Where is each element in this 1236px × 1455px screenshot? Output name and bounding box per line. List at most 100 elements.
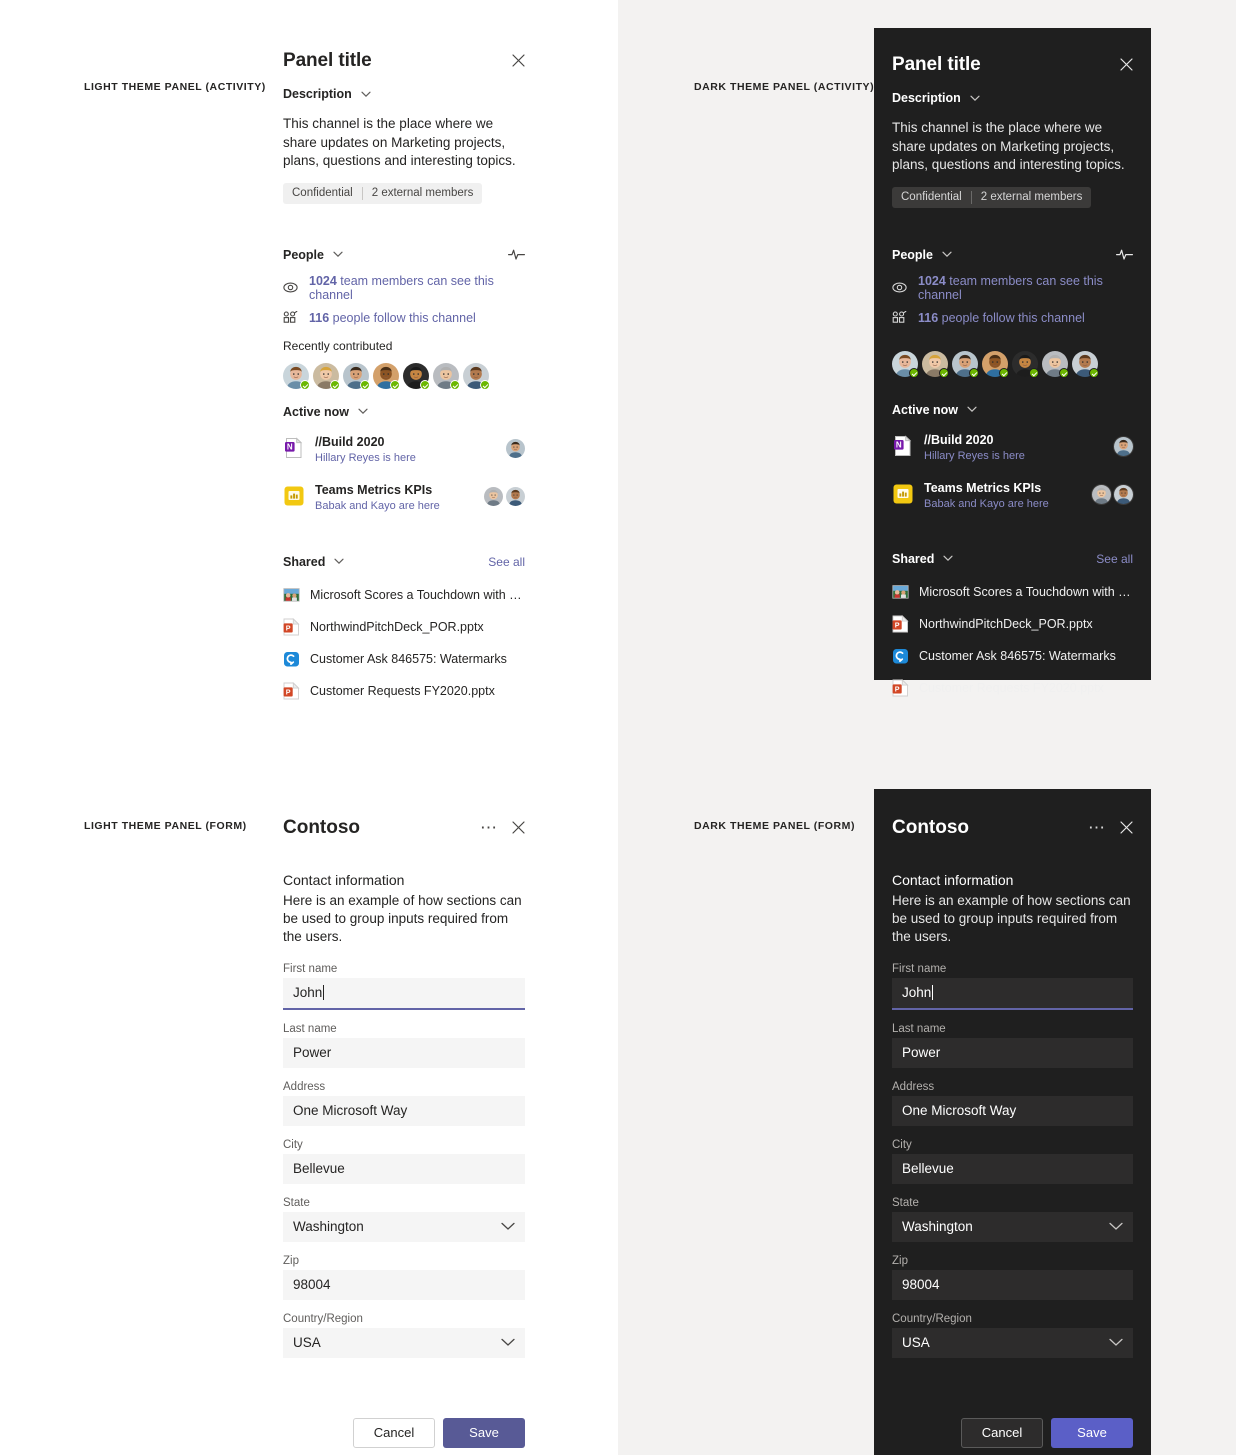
country-region-input[interactable]: USA xyxy=(892,1327,1133,1358)
avatar[interactable] xyxy=(484,486,503,506)
chevron-down-icon[interactable] xyxy=(943,555,953,562)
cancel-button[interactable]: Cancel xyxy=(961,1417,1043,1448)
avatar[interactable] xyxy=(982,350,1009,378)
shared-file-row[interactable]: P NorthwindPitchDeck_POR.pptx xyxy=(265,617,543,636)
presence-available-icon xyxy=(1059,367,1069,378)
shared-file-row[interactable]: Microsoft Scores a Touchdown with NF... xyxy=(265,586,543,604)
zip-input[interactable]: 98004 xyxy=(892,1269,1133,1300)
first-name-input[interactable]: John xyxy=(283,977,525,1010)
last-name-input[interactable]: Power xyxy=(283,1037,525,1068)
avatar[interactable] xyxy=(506,486,525,506)
close-icon[interactable] xyxy=(1120,58,1133,71)
presence-available-icon xyxy=(450,379,460,390)
address-input[interactable]: One Microsoft Way xyxy=(892,1095,1133,1126)
avatar[interactable] xyxy=(1072,350,1099,378)
active-now-section-header[interactable]: Active now xyxy=(874,403,1151,417)
avatar[interactable] xyxy=(463,362,490,390)
chevron-down-icon[interactable] xyxy=(967,406,977,413)
country-region-input[interactable]: USA xyxy=(283,1327,525,1358)
avatar[interactable] xyxy=(343,362,370,390)
shared-section-header[interactable]: Shared See all xyxy=(874,552,1151,566)
chevron-down-icon[interactable] xyxy=(942,251,952,258)
avatar[interactable] xyxy=(313,362,340,390)
more-options-icon[interactable]: ⋯ xyxy=(1088,819,1106,836)
shared-file-row[interactable]: Customer Ask 846575: Watermarks xyxy=(265,650,543,668)
form-field: Address One Microsoft Way xyxy=(265,1081,543,1126)
zip-input[interactable]: 98004 xyxy=(283,1269,525,1300)
avatar[interactable] xyxy=(433,362,460,390)
team-members-text: 1024 team members can see this channel xyxy=(309,273,494,302)
shared-file-row[interactable]: P Customer Requests FY2020.pptx xyxy=(265,681,543,700)
avatar[interactable] xyxy=(952,350,979,378)
active-item-avatars xyxy=(506,438,525,458)
form-panel-light: Contoso ⋯ Contact information Here is an ex… xyxy=(265,789,543,1455)
shared-file-row[interactable]: P NorthwindPitchDeck_POR.pptx xyxy=(874,614,1151,633)
close-icon[interactable] xyxy=(512,54,525,67)
shared-file-row[interactable]: Customer Ask 846575: Watermarks xyxy=(874,647,1151,665)
avatar[interactable] xyxy=(1092,484,1111,504)
field-value: Power xyxy=(902,1045,941,1061)
powerpoint-icon: P xyxy=(892,614,909,633)
pulse-icon[interactable] xyxy=(508,248,525,261)
followers-link[interactable]: 116 people follow this channel xyxy=(874,311,1151,325)
presence-available-icon xyxy=(939,367,949,378)
cancel-button[interactable]: Cancel xyxy=(353,1417,435,1448)
avatar[interactable] xyxy=(1042,350,1069,378)
active-now-item[interactable]: N //Build 2020 Hillary Reyes is here xyxy=(874,431,1151,462)
more-options-icon[interactable]: ⋯ xyxy=(480,819,498,836)
active-now-item[interactable]: Teams Metrics KPIs Babak and Kayo are her… xyxy=(265,481,543,512)
chevron-down-icon[interactable] xyxy=(970,95,980,102)
avatar[interactable] xyxy=(1012,350,1039,378)
followers-link[interactable]: 116 people follow this channel xyxy=(265,311,543,325)
shared-section-header[interactable]: Shared See all xyxy=(265,555,543,569)
avatar[interactable] xyxy=(1114,436,1133,456)
team-members-link[interactable]: 1024 team members can see this channel xyxy=(265,274,543,302)
description-section-header[interactable]: Description xyxy=(265,87,543,101)
form-panel-dark: Contoso ⋯ Contact information Here is an ex… xyxy=(874,789,1151,1455)
city-input[interactable]: Bellevue xyxy=(283,1153,525,1184)
close-icon[interactable] xyxy=(1120,821,1133,834)
avatar[interactable] xyxy=(506,438,525,458)
avatar[interactable] xyxy=(892,350,919,378)
avatar[interactable] xyxy=(1114,484,1133,504)
close-icon[interactable] xyxy=(512,821,525,834)
chevron-down-icon[interactable] xyxy=(333,251,343,258)
see-all-link[interactable]: See all xyxy=(488,555,525,569)
chevron-down-icon[interactable] xyxy=(501,1222,515,1231)
people-section-header[interactable]: People xyxy=(265,248,543,262)
see-all-link[interactable]: See all xyxy=(1096,552,1133,566)
active-now-item[interactable]: N //Build 2020 Hillary Reyes is here xyxy=(265,433,543,464)
chevron-down-icon[interactable] xyxy=(334,558,344,565)
field-value: One Microsoft Way xyxy=(902,1103,1017,1119)
chevron-down-icon[interactable] xyxy=(361,91,371,98)
team-members-link[interactable]: 1024 team members can see this channel xyxy=(874,274,1151,302)
shared-file-row[interactable]: P Customer Requests FY2020.pptx xyxy=(874,678,1151,697)
state-input[interactable]: Washington xyxy=(283,1211,525,1242)
save-button[interactable]: Save xyxy=(1051,1417,1133,1448)
active-now-item[interactable]: Teams Metrics KPIs Babak and Kayo are her… xyxy=(874,479,1151,510)
field-label: Address xyxy=(892,1080,935,1093)
shared-heading: Shared xyxy=(892,551,935,566)
chevron-down-icon[interactable] xyxy=(1109,1338,1123,1347)
address-input[interactable]: One Microsoft Way xyxy=(283,1095,525,1126)
shared-file-row[interactable]: Microsoft Scores a Touchdown with NF... xyxy=(874,583,1151,601)
save-button[interactable]: Save xyxy=(443,1417,525,1448)
state-input[interactable]: Washington xyxy=(892,1211,1133,1242)
city-input[interactable]: Bellevue xyxy=(892,1153,1133,1184)
pulse-icon[interactable] xyxy=(1116,248,1133,261)
form-panel-title: Contoso xyxy=(892,817,970,838)
people-section-header[interactable]: People xyxy=(874,248,1151,262)
chevron-down-icon[interactable] xyxy=(501,1338,515,1347)
avatar[interactable] xyxy=(922,350,949,378)
description-section-header[interactable]: Description xyxy=(874,91,1151,105)
field-value: Bellevue xyxy=(293,1161,345,1177)
avatar[interactable] xyxy=(283,362,310,390)
avatar[interactable] xyxy=(403,362,430,390)
active-now-section-header[interactable]: Active now xyxy=(265,405,543,419)
chevron-down-icon[interactable] xyxy=(358,408,368,415)
chevron-down-icon[interactable] xyxy=(1109,1222,1123,1231)
shared-file-name: Customer Requests FY2020.pptx xyxy=(919,680,1104,695)
first-name-input[interactable]: John xyxy=(892,977,1133,1010)
last-name-input[interactable]: Power xyxy=(892,1037,1133,1068)
avatar[interactable] xyxy=(373,362,400,390)
